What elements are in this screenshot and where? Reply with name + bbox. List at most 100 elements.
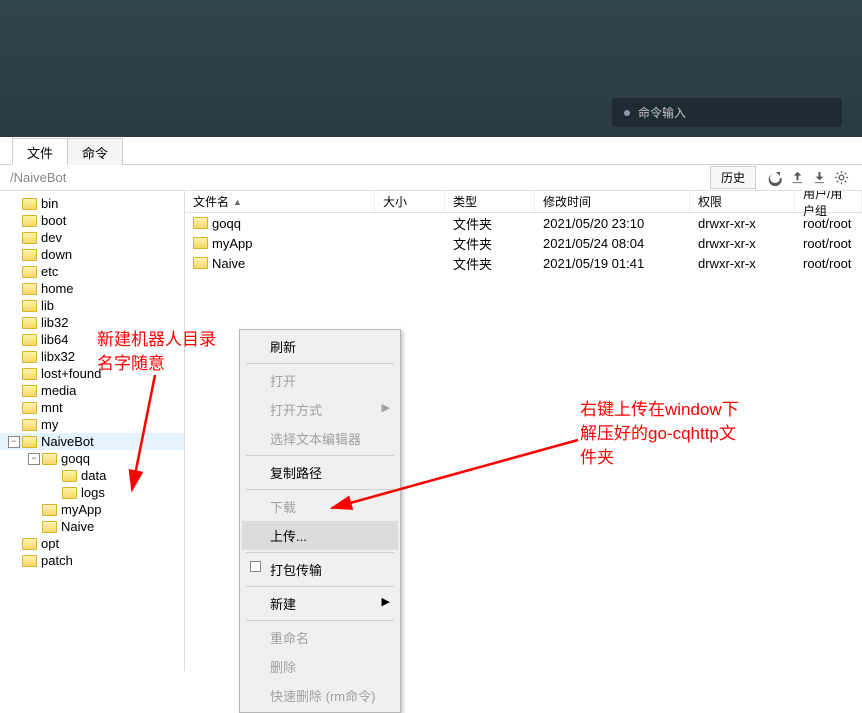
tree-item-label: lib bbox=[41, 298, 54, 313]
col-perm[interactable]: 权限 bbox=[690, 191, 795, 212]
tree-item-boot[interactable]: boot bbox=[0, 212, 184, 229]
tree-item-my[interactable]: my bbox=[0, 416, 184, 433]
tree-item-goqq[interactable]: −goqq bbox=[0, 450, 184, 467]
folder-icon bbox=[22, 334, 37, 346]
cell-size bbox=[375, 262, 445, 264]
col-name[interactable]: 文件名▲ bbox=[185, 191, 375, 212]
cell-type: 文件夹 bbox=[445, 213, 535, 234]
ctx-new[interactable]: 新建▶ bbox=[242, 589, 398, 618]
tree-item-myapp[interactable]: myApp bbox=[0, 501, 184, 518]
chevron-right-icon: ▶ bbox=[382, 401, 390, 414]
settings-icon[interactable] bbox=[832, 169, 850, 187]
history-button[interactable]: 历史 bbox=[710, 166, 756, 189]
col-owner[interactable]: 用户/用户组 bbox=[795, 191, 862, 212]
path-bar: /NaiveBot 历史 bbox=[0, 165, 862, 191]
current-path[interactable]: /NaiveBot bbox=[10, 170, 710, 185]
tree-item-lib32[interactable]: lib32 bbox=[0, 314, 184, 331]
cell-owner: root/root bbox=[795, 235, 862, 252]
col-size[interactable]: 大小 bbox=[375, 191, 445, 212]
status-dot-icon bbox=[624, 110, 630, 116]
folder-icon bbox=[22, 198, 37, 210]
ctx-refresh[interactable]: 刷新 bbox=[242, 332, 398, 361]
table-row[interactable]: Naive文件夹2021/05/19 01:41drwxr-xr-xroot/r… bbox=[185, 253, 862, 273]
tree-item-naivebot[interactable]: −NaiveBot bbox=[0, 433, 184, 450]
folder-icon bbox=[22, 436, 37, 448]
download-icon[interactable] bbox=[810, 169, 828, 187]
table-row[interactable]: goqq文件夹2021/05/20 23:10drwxr-xr-xroot/ro… bbox=[185, 213, 862, 233]
folder-icon bbox=[22, 317, 37, 329]
command-input-bar[interactable]: 命令输入 bbox=[612, 98, 842, 127]
cell-owner: root/root bbox=[795, 215, 862, 232]
checkbox-icon[interactable] bbox=[250, 561, 261, 572]
tree-item-label: etc bbox=[41, 264, 58, 279]
ctx-delete: 删除 bbox=[242, 652, 398, 681]
command-input-placeholder: 命令输入 bbox=[638, 104, 686, 121]
file-list-header: 文件名▲ 大小 类型 修改时间 权限 用户/用户组 bbox=[185, 191, 862, 213]
cell-perm: drwxr-xr-x bbox=[690, 255, 795, 272]
tree-item-bin[interactable]: bin bbox=[0, 195, 184, 212]
folder-icon bbox=[22, 402, 37, 414]
tree-item-label: myApp bbox=[61, 502, 101, 517]
col-type[interactable]: 类型 bbox=[445, 191, 535, 212]
ctx-upload[interactable]: 上传... bbox=[242, 521, 398, 550]
tree-item-naive[interactable]: Naive bbox=[0, 518, 184, 535]
tree-item-down[interactable]: down bbox=[0, 246, 184, 263]
collapse-icon[interactable]: − bbox=[28, 453, 40, 465]
folder-tree[interactable]: binbootdevdownetchomelib lib32lib64libx32… bbox=[0, 191, 185, 671]
tab-file[interactable]: 文件 bbox=[12, 138, 68, 165]
table-row[interactable]: myApp文件夹2021/05/24 08:04drwxr-xr-xroot/r… bbox=[185, 233, 862, 253]
col-mtime[interactable]: 修改时间 bbox=[535, 191, 690, 212]
ctx-select-editor: 选择文本编辑器 bbox=[242, 424, 398, 453]
tree-item-patch[interactable]: patch bbox=[0, 552, 184, 569]
tree-item-label: mnt bbox=[41, 400, 63, 415]
tree-item-libx32[interactable]: libx32 bbox=[0, 348, 184, 365]
tree-item-mnt[interactable]: mnt bbox=[0, 399, 184, 416]
folder-icon bbox=[22, 232, 37, 244]
tree-item-data[interactable]: data bbox=[0, 467, 184, 484]
folder-icon bbox=[22, 538, 37, 550]
folder-icon bbox=[22, 283, 37, 295]
ctx-pack-transfer[interactable]: 打包传输 bbox=[242, 555, 398, 584]
terminal-area: 命令输入 bbox=[0, 0, 862, 137]
tree-item-label: libx32 bbox=[41, 349, 75, 364]
folder-icon bbox=[62, 470, 77, 482]
upload-icon[interactable] bbox=[788, 169, 806, 187]
ctx-copy-path[interactable]: 复制路径 bbox=[242, 458, 398, 487]
folder-icon bbox=[193, 257, 208, 269]
tree-item-label: lost+found bbox=[41, 366, 101, 381]
tree-item-dev[interactable]: dev bbox=[0, 229, 184, 246]
tree-item-label: media bbox=[41, 383, 76, 398]
cell-size bbox=[375, 242, 445, 244]
tree-item-lost+found[interactable]: lost+found bbox=[0, 365, 184, 382]
chevron-right-icon: ▶ bbox=[382, 595, 390, 608]
tree-item-label: lib32 bbox=[41, 315, 68, 330]
tab-command[interactable]: 命令 bbox=[67, 138, 123, 165]
tree-item-opt[interactable]: opt bbox=[0, 535, 184, 552]
sort-asc-icon: ▲ bbox=[233, 197, 242, 207]
tree-item-lib64[interactable]: lib64 bbox=[0, 331, 184, 348]
folder-icon bbox=[22, 249, 37, 261]
cell-perm: drwxr-xr-x bbox=[690, 235, 795, 252]
tree-item-lib[interactable]: lib bbox=[0, 297, 184, 314]
folder-icon bbox=[22, 266, 37, 278]
tree-item-label: opt bbox=[41, 536, 59, 551]
folder-icon bbox=[193, 217, 208, 229]
tree-item-label: dev bbox=[41, 230, 62, 245]
separator bbox=[246, 620, 394, 621]
tree-item-home[interactable]: home bbox=[0, 280, 184, 297]
tree-item-label: patch bbox=[41, 553, 73, 568]
ctx-rename: 重命名 bbox=[242, 623, 398, 652]
tree-item-media[interactable]: media bbox=[0, 382, 184, 399]
cell-name: Naive bbox=[185, 255, 375, 272]
separator bbox=[246, 552, 394, 553]
refresh-icon[interactable] bbox=[766, 169, 784, 187]
ctx-fast-delete: 快速删除 (rm命令) bbox=[242, 681, 398, 710]
tree-item-logs[interactable]: logs bbox=[0, 484, 184, 501]
collapse-icon[interactable]: − bbox=[8, 436, 20, 448]
folder-icon bbox=[62, 487, 77, 499]
context-menu: 刷新 打开 打开方式▶ 选择文本编辑器 复制路径 下载 上传... 打包传输 新… bbox=[239, 329, 401, 713]
cell-mtime: 2021/05/24 08:04 bbox=[535, 235, 690, 252]
tree-item-etc[interactable]: etc bbox=[0, 263, 184, 280]
folder-icon bbox=[22, 300, 37, 312]
separator bbox=[246, 489, 394, 490]
